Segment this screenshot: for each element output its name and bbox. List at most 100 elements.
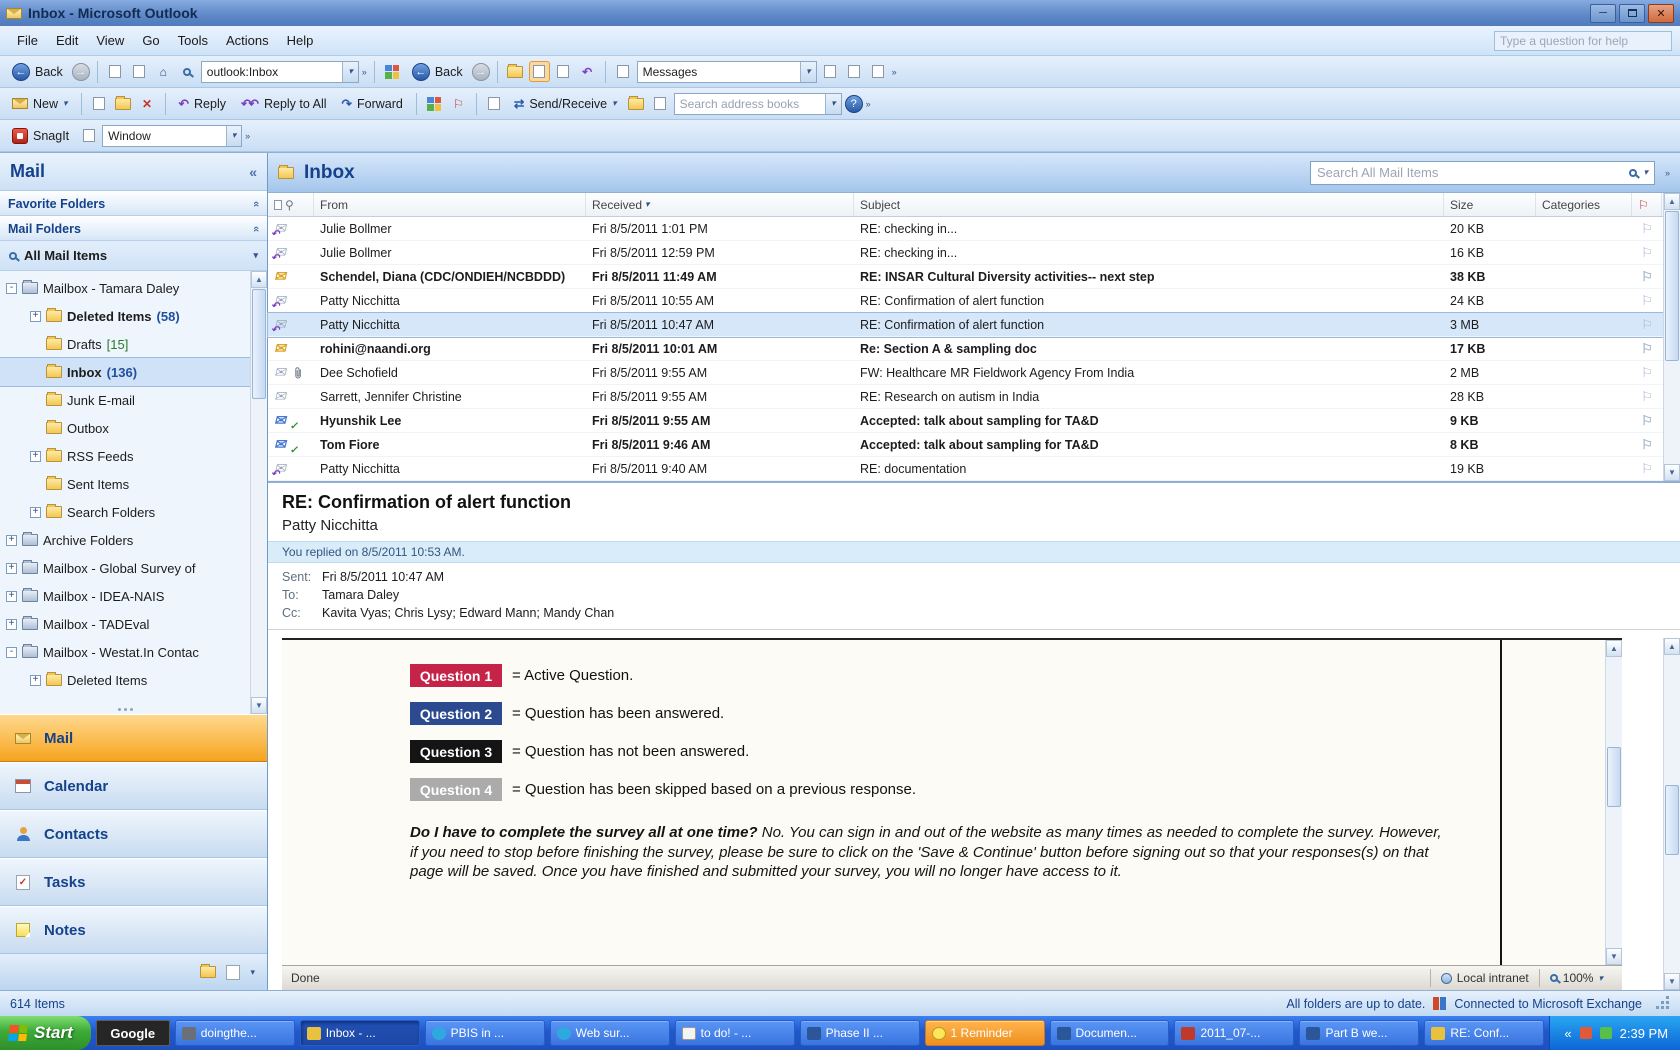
- icon-column-header[interactable]: ⚲: [268, 193, 314, 216]
- undo-button[interactable]: ↶: [577, 61, 598, 82]
- folder-outbox[interactable]: Outbox: [0, 414, 250, 442]
- address-dropdown[interactable]: ▾: [342, 62, 357, 82]
- search-the-web-button[interactable]: [177, 61, 198, 82]
- flag-icon[interactable]: ⚐: [1632, 269, 1662, 285]
- tools-button[interactable]: [868, 61, 889, 82]
- folder-deleted-items-2[interactable]: + Deleted Items: [0, 666, 250, 694]
- flag-icon[interactable]: ⚐: [1632, 413, 1662, 429]
- menu-actions[interactable]: Actions: [217, 29, 278, 52]
- document-scrollbar[interactable]: ▲ ▼: [1605, 640, 1622, 965]
- column-received[interactable]: Received▾: [586, 193, 854, 216]
- scroll-up-arrow[interactable]: ▲: [1664, 638, 1680, 655]
- message-row[interactable]: ✉↶ Patty Nicchitta Fri 8/5/2011 10:55 AM…: [268, 289, 1680, 313]
- help-button[interactable]: ?: [845, 95, 863, 113]
- toolbar-overflow[interactable]: »: [866, 99, 871, 109]
- search-address-books-input[interactable]: [680, 97, 826, 111]
- folder-inbox[interactable]: Inbox (136): [0, 358, 250, 386]
- column-categories[interactable]: Categories: [1536, 193, 1632, 216]
- sidebar-item-tasks[interactable]: ✓ Tasks: [0, 858, 267, 906]
- taskbar-button[interactable]: PBIS in ...: [425, 1020, 545, 1046]
- expand-toggle[interactable]: +: [6, 619, 17, 630]
- message-row[interactable]: ✉ Dee Schofield Fri 8/5/2011 9:55 AM FW:…: [268, 361, 1680, 385]
- chevron-down-icon[interactable]: ▾: [253, 250, 258, 261]
- message-row[interactable]: ✉✓ Tom Fiore Fri 8/5/2011 9:46 AM Accept…: [268, 433, 1680, 457]
- message-row[interactable]: ✉↶ Patty Nicchitta Fri 8/5/2011 9:40 AM …: [268, 457, 1680, 481]
- expand-query-builder[interactable]: »: [1665, 168, 1670, 178]
- help-question-box[interactable]: [1494, 31, 1672, 51]
- design-form-button[interactable]: [844, 61, 865, 82]
- start-button[interactable]: Start: [0, 1016, 91, 1050]
- folder-rss-feeds[interactable]: + RSS Feeds: [0, 442, 250, 470]
- message-row-selected[interactable]: ✉↶ Patty Nicchitta Fri 8/5/2011 10:47 AM…: [268, 313, 1680, 337]
- message-row[interactable]: ✉↶ Julie Bollmer Fri 8/5/2011 1:01 PM RE…: [268, 217, 1680, 241]
- taskbar-button[interactable]: Documen...: [1050, 1020, 1170, 1046]
- collapse-section-icon[interactable]: «: [250, 200, 262, 206]
- home-button[interactable]: ⌂: [153, 61, 174, 82]
- expand-toggle[interactable]: +: [30, 311, 41, 322]
- folder-search-folders[interactable]: + Search Folders: [0, 498, 250, 526]
- taskbar-button-active[interactable]: Inbox - ...: [300, 1020, 420, 1046]
- column-subject[interactable]: Subject: [854, 193, 1444, 216]
- form-forward-button[interactable]: →: [472, 63, 490, 81]
- sidebar-item-notes[interactable]: Notes: [0, 906, 267, 954]
- configure-buttons-dropdown[interactable]: ▾: [250, 967, 255, 978]
- snagit-profile-dropdown[interactable]: ▾: [226, 126, 241, 146]
- folder-mailbox-global-survey[interactable]: + Mailbox - Global Survey of: [0, 554, 250, 582]
- collapse-toggle[interactable]: -: [6, 647, 17, 658]
- all-mail-items-selector[interactable]: All Mail Items ▾: [0, 241, 267, 271]
- folder-deleted-items[interactable]: + Deleted Items (58): [0, 302, 250, 330]
- scroll-up-arrow[interactable]: ▲: [251, 271, 267, 288]
- menu-help[interactable]: Help: [278, 29, 323, 52]
- up-folder-button[interactable]: [505, 61, 526, 82]
- scroll-up-arrow[interactable]: ▲: [1664, 193, 1680, 210]
- expand-toggle[interactable]: +: [30, 507, 41, 518]
- stop-icon[interactable]: [105, 61, 126, 82]
- send-receive-button[interactable]: ⇄ Send/Receive ▾: [508, 93, 623, 114]
- shortcuts-button[interactable]: [226, 965, 240, 980]
- flag-icon[interactable]: ⚐: [1632, 293, 1662, 309]
- taskbar-button[interactable]: doingthe...: [175, 1020, 295, 1046]
- tray-icon[interactable]: [1580, 1027, 1592, 1039]
- categorize-button[interactable]: [424, 93, 445, 114]
- folder-mailbox-idea-nais[interactable]: + Mailbox - IDEA-NAIS: [0, 582, 250, 610]
- view-combo[interactable]: ▾: [637, 61, 817, 83]
- mail-folders-header[interactable]: Mail Folders «: [0, 216, 267, 241]
- search-box[interactable]: ▾: [1310, 161, 1655, 185]
- flag-icon[interactable]: ⚐: [1632, 317, 1662, 333]
- print-button[interactable]: [89, 93, 110, 114]
- flag-icon[interactable]: ⚐: [1632, 437, 1662, 453]
- hidden-icons-chevron[interactable]: «: [1564, 1026, 1571, 1041]
- expand-toggle[interactable]: +: [6, 535, 17, 546]
- toolbar-overflow[interactable]: »: [245, 131, 250, 141]
- scroll-thumb[interactable]: [252, 289, 266, 399]
- follow-up-button[interactable]: ⚐: [448, 93, 469, 114]
- taskbar-button[interactable]: 2011_07-...: [1174, 1020, 1294, 1046]
- contact-card-button[interactable]: [484, 93, 505, 114]
- reply-all-button[interactable]: ↶ ↶ Reply to All: [235, 93, 333, 114]
- sidebar-item-mail[interactable]: Mail: [0, 714, 267, 762]
- tray-icon[interactable]: [1600, 1027, 1612, 1039]
- move-to-folder-button[interactable]: [113, 93, 134, 114]
- flag-icon[interactable]: ⚐: [1632, 389, 1662, 405]
- column-flag[interactable]: ⚐: [1632, 193, 1662, 216]
- delete-button[interactable]: ✕: [137, 93, 158, 114]
- document-view-toggle[interactable]: [529, 61, 550, 82]
- flag-icon[interactable]: ⚐: [1632, 245, 1662, 261]
- folder-list-button[interactable]: [200, 966, 216, 978]
- search-input[interactable]: [1317, 165, 1623, 180]
- folder-mailbox-tamara-daley[interactable]: - Mailbox - Tamara Daley: [0, 274, 250, 302]
- snagit-profile-input[interactable]: [108, 129, 226, 143]
- snagit-button[interactable]: SnagIt: [6, 125, 75, 147]
- reading-pane-scrollbar[interactable]: ▲ ▼: [1663, 638, 1680, 990]
- scroll-thumb[interactable]: [1607, 747, 1621, 807]
- web-back-button[interactable]: ← Back: [6, 60, 69, 84]
- favorite-folders-header[interactable]: Favorite Folders «: [0, 191, 267, 216]
- message-row[interactable]: ✉↶ Julie Bollmer Fri 8/5/2011 12:59 PM R…: [268, 241, 1680, 265]
- message-row[interactable]: ✉ rohini@naandi.org Fri 8/5/2011 10:01 A…: [268, 337, 1680, 361]
- chevron-down-icon[interactable]: ▾: [1643, 167, 1648, 178]
- folder-mailbox-tadeval[interactable]: + Mailbox - TADEval: [0, 610, 250, 638]
- message-row[interactable]: ✉ Sarrett, Jennifer Christine Fri 8/5/20…: [268, 385, 1680, 409]
- expand-toggle[interactable]: +: [6, 591, 17, 602]
- message-row[interactable]: ✉✓ Hyunshik Lee Fri 8/5/2011 9:55 AM Acc…: [268, 409, 1680, 433]
- collapse-toggle[interactable]: -: [6, 283, 17, 294]
